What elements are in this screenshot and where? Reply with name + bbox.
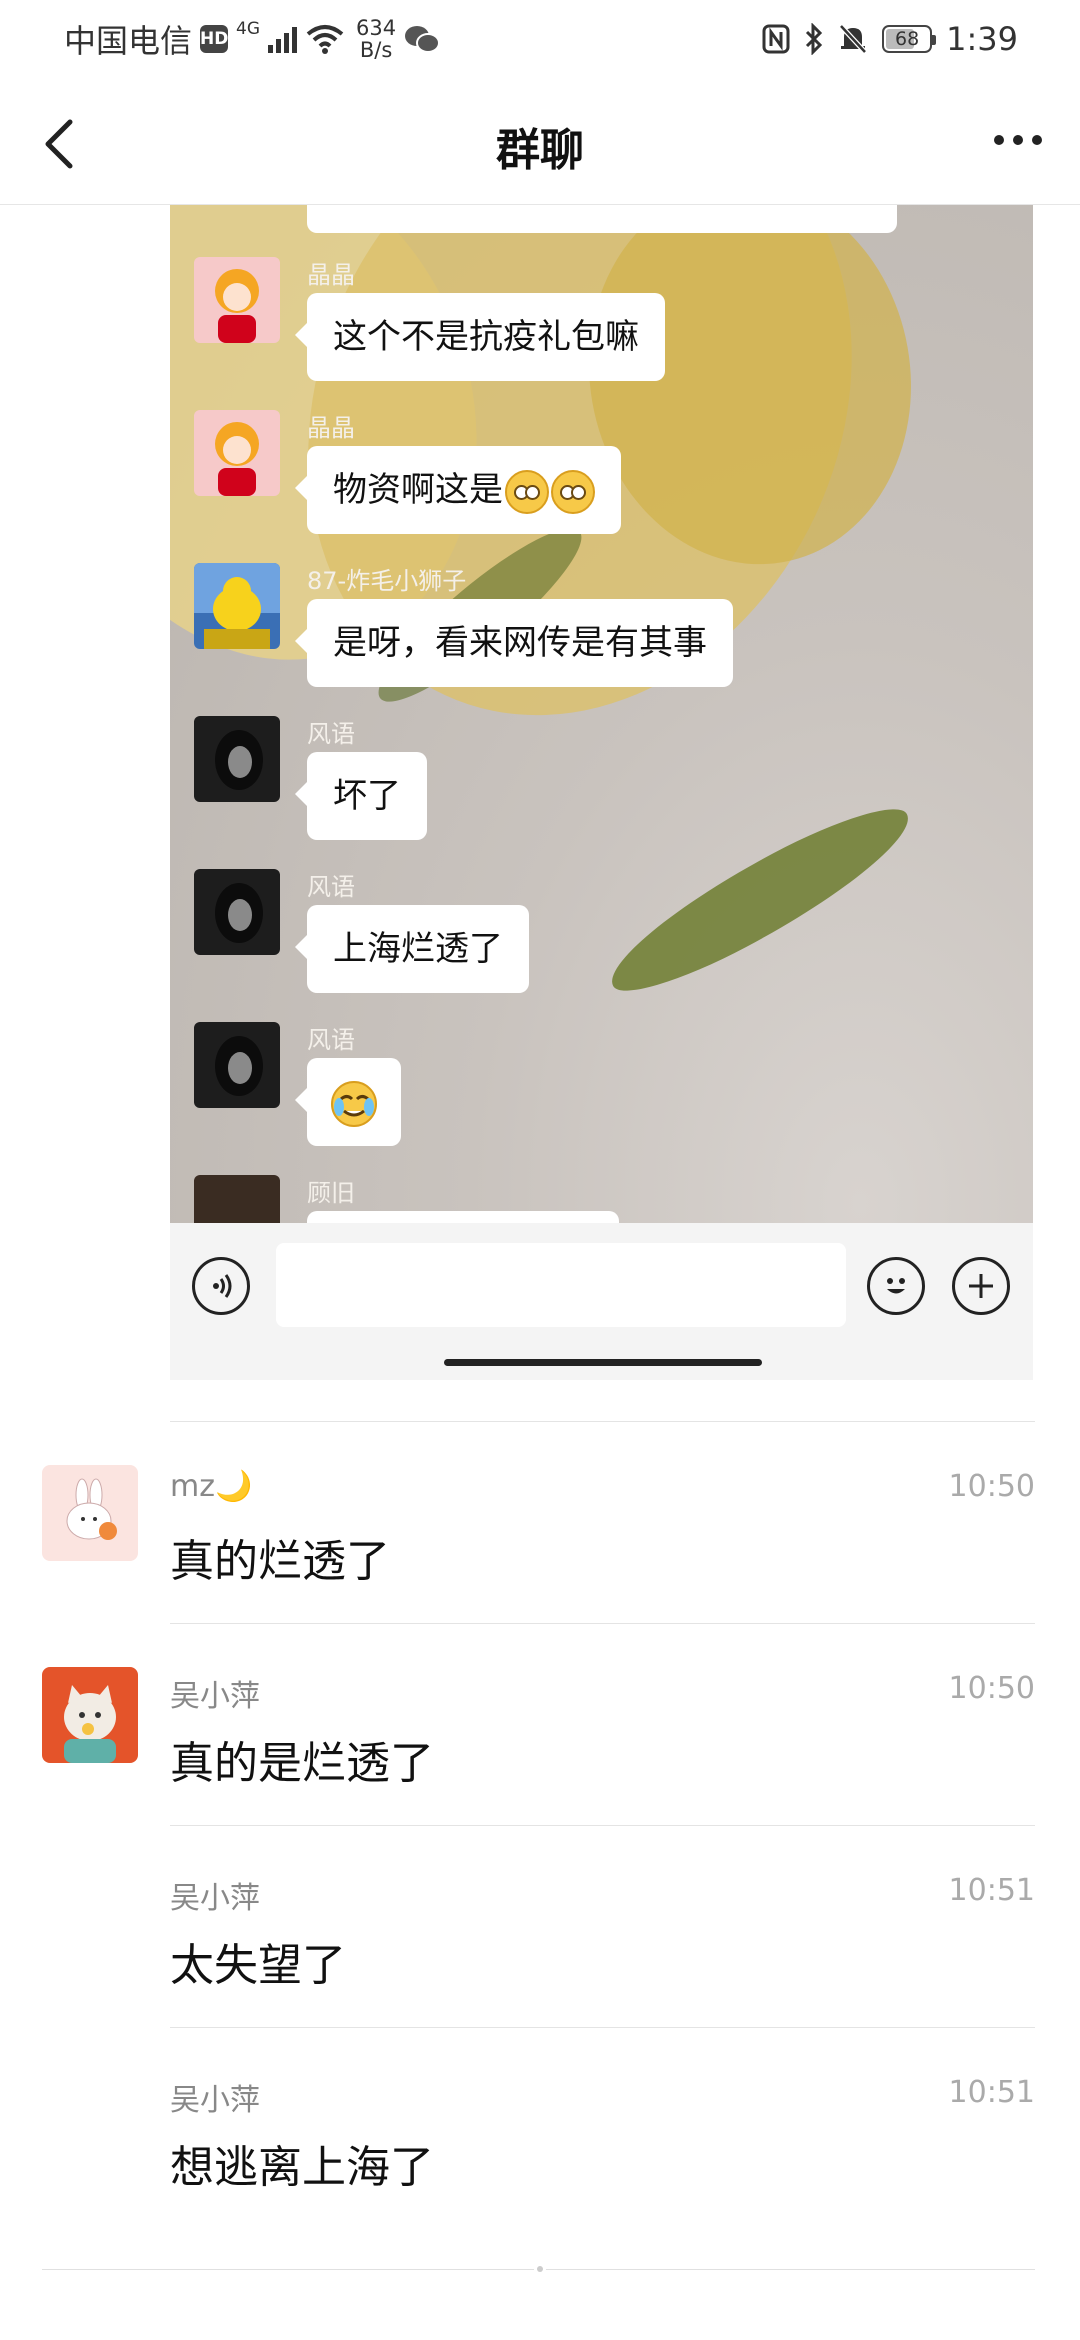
comment-time: 10:51 xyxy=(948,1873,1035,1908)
more-options-button[interactable] xyxy=(982,110,1054,170)
avatar-dark-girl xyxy=(194,1022,280,1108)
network-speed-value: 634 xyxy=(356,16,397,40)
sender-name: 风语 xyxy=(307,720,355,748)
avatar-dark-girl xyxy=(194,716,280,802)
plus-icon xyxy=(952,1257,1010,1315)
chat-message-list: 晶晶 这个不是抗疫礼包嘛 晶晶 物资啊这是 87-炸毛小狮子 是呀，看来网传是有… xyxy=(170,205,1033,1223)
wechat-icon xyxy=(405,26,441,53)
comment-item[interactable]: 吴小萍 10:51 想逃离上海了 xyxy=(0,2027,1080,2227)
message-bubble: 物资啊这是 xyxy=(295,446,621,534)
carrier-name: 中国电信 xyxy=(64,22,193,60)
dot-icon xyxy=(1032,135,1042,145)
network-type: 4G xyxy=(236,19,261,39)
message-bubble xyxy=(307,1211,619,1223)
comment-author[interactable]: 吴小萍 xyxy=(170,1873,260,1917)
hd-icon: HD xyxy=(200,25,228,53)
title-bar: 群聊 xyxy=(0,78,1080,205)
comment-item[interactable]: 吴小萍 10:50 真的是烂透了 xyxy=(0,1623,1080,1823)
comment-text: 想逃离上海了 xyxy=(170,2142,434,2193)
comment-text: 真的是烂透了 xyxy=(170,1738,434,1789)
signal-icon xyxy=(268,27,298,53)
flushed-emoji-icon xyxy=(551,469,595,514)
voice-icon xyxy=(192,1257,250,1315)
page-title: 群聊 xyxy=(496,125,584,176)
message-bubble: 是呀，看来网传是有其事 xyxy=(295,599,733,687)
sender-name: 风语 xyxy=(307,1026,355,1054)
avatar-tiger-girl xyxy=(194,410,280,496)
nfc-icon xyxy=(762,24,790,54)
chat-input-bar xyxy=(170,1223,1033,1380)
message-bubble: 上海烂透了 xyxy=(295,905,529,993)
message-input xyxy=(276,1243,846,1327)
network-speed-unit: B/s xyxy=(359,38,393,62)
message-text: 坏了 xyxy=(333,776,401,816)
message-text: 是呀，看来网传是有其事 xyxy=(333,623,707,663)
network-speed: 634 B/s xyxy=(356,17,396,61)
message-bubble-partial xyxy=(307,205,897,233)
avatar-yellow-duck xyxy=(194,563,280,649)
avatar[interactable] xyxy=(42,1667,138,1763)
message-bubble: 坏了 xyxy=(295,752,427,840)
sender-name: 晶晶 xyxy=(307,414,355,442)
battery-icon: 68 xyxy=(882,25,937,53)
avatar-dark-photo xyxy=(194,1175,280,1223)
dot-icon xyxy=(994,135,1004,145)
flushed-emoji-icon xyxy=(505,469,549,514)
battery-level: 68 xyxy=(895,28,920,50)
bluetooth-icon xyxy=(806,23,823,55)
chat-screenshot-image[interactable]: 晶晶 这个不是抗疫礼包嘛 晶晶 物资啊这是 87-炸毛小狮子 是呀，看来网传是有… xyxy=(170,205,1033,1380)
home-indicator xyxy=(444,1359,762,1366)
message-bubble xyxy=(295,1058,401,1146)
mute-bell-icon xyxy=(839,24,867,54)
comment-time: 10:50 xyxy=(948,1671,1035,1706)
message-text: 这个不是抗疫礼包嘛 xyxy=(333,317,639,357)
message-text: 物资啊这是 xyxy=(333,470,503,510)
comment-text: 真的烂透了 xyxy=(170,1536,390,1587)
list-end-indicator xyxy=(534,2263,546,2275)
comment-author[interactable]: mz🌙 xyxy=(170,1469,252,1504)
comment-time: 10:51 xyxy=(948,2075,1035,2110)
sender-name: 风语 xyxy=(307,873,355,901)
wifi-icon xyxy=(306,25,344,54)
comment-author[interactable]: 吴小萍 xyxy=(170,2075,260,2119)
message-bubble: 这个不是抗疫礼包嘛 xyxy=(295,293,665,381)
sender-name: 晶晶 xyxy=(307,261,355,289)
comment-author[interactable]: 吴小萍 xyxy=(170,1671,260,1715)
dot-icon xyxy=(1013,135,1023,145)
comment-item[interactable]: mz🌙 10:50 真的烂透了 xyxy=(0,1421,1080,1621)
avatar[interactable] xyxy=(42,1465,138,1561)
sender-name: 87-炸毛小狮子 xyxy=(307,567,467,595)
comment-text: 太失望了 xyxy=(170,1940,346,1991)
avatar-tiger-girl xyxy=(194,257,280,343)
clock: 1:39 xyxy=(946,20,1018,58)
emoji-icon xyxy=(867,1257,925,1315)
status-bar: 中国电信 HD 4G 634 B/s 68 1:39 xyxy=(0,0,1080,78)
facepalm-emoji-icon xyxy=(331,1080,377,1127)
sender-name: 顾旧 xyxy=(307,1179,355,1207)
avatar-dark-girl xyxy=(194,869,280,955)
message-text: 上海烂透了 xyxy=(333,929,503,969)
comment-time: 10:50 xyxy=(948,1469,1035,1504)
comment-item[interactable]: 吴小萍 10:51 太失望了 xyxy=(0,1825,1080,2025)
